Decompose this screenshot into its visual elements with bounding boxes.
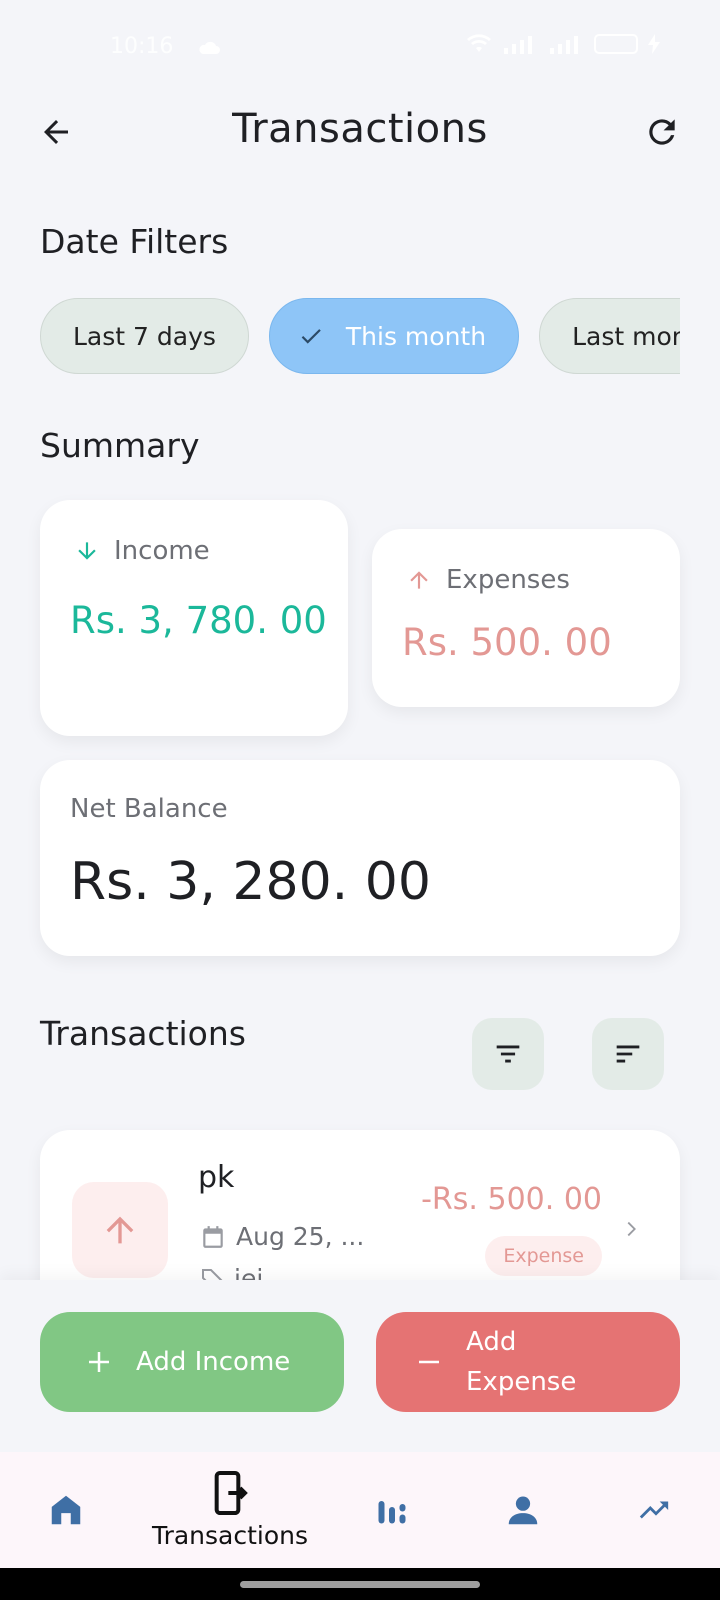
income-label-row: Income [74,536,210,566]
chip-label: This month [345,321,487,351]
chip-this-month[interactable]: This month [268,298,520,374]
page-title: Transactions [232,106,488,152]
income-amount: Rs. 3, 780. 00 [70,599,327,642]
expenses-amount: Rs. 500. 00 [402,621,612,664]
transaction-amount: -Rs. 500. 00 [421,1182,602,1217]
filter-icon [496,1045,520,1063]
arrow-up-icon [410,571,428,589]
transaction-type-icon [72,1182,168,1278]
home-indicator[interactable] [240,1581,480,1588]
sort-button[interactable] [592,1018,664,1090]
app-bar: Transactions [0,96,720,168]
nav-trends[interactable] [624,1452,684,1568]
transactions-icon [214,1470,248,1515]
check-icon [298,323,324,349]
chip-last-7-days[interactable]: Last 7 days [40,298,249,374]
home-icon [51,1495,81,1525]
date-filters-title: Date Filters [40,222,229,261]
charging-icon [648,34,660,54]
add-expense-label: Add Expense [466,1327,577,1397]
nav-transactions[interactable]: Transactions [138,1452,322,1568]
cloud-icon [198,36,220,61]
chip-label: Last month [572,321,680,351]
transaction-type-badge: Expense [485,1236,602,1276]
transaction-date: Aug 25, ... [236,1222,365,1251]
signal-icon [550,36,578,54]
add-income-label: Add Income [136,1347,291,1377]
chip-last-month[interactable]: Last month [539,298,680,374]
date-filter-chips: Last 7 days This month Last month [40,298,680,376]
refresh-button[interactable] [634,104,690,160]
arrow-down-icon [78,542,96,560]
filter-button[interactable] [472,1018,544,1090]
calendar-icon [203,1225,223,1248]
profile-icon [508,1496,538,1525]
refresh-icon [649,119,675,145]
status-bar: 10:16 [0,0,720,96]
add-income-button[interactable]: Add Income [40,1312,344,1412]
plus-icon [89,1352,109,1372]
bottom-actions: Add Income Add Expense [0,1280,720,1452]
nav-profile[interactable] [494,1452,552,1568]
net-balance-label: Net Balance [70,794,228,824]
transaction-name: pk [198,1160,235,1195]
wifi-icon [467,34,491,52]
minus-icon [419,1360,439,1364]
income-card: Income Rs. 3, 780. 00 [40,500,348,736]
battery-icon [594,34,638,54]
status-icons [466,34,660,54]
nav-stats[interactable] [364,1452,420,1568]
expenses-label-row: Expenses [406,565,570,595]
stats-icon [378,1501,406,1524]
signal-icon [504,36,532,54]
expenses-card: Expenses Rs. 500. 00 [372,529,680,707]
arrow-up-icon [106,1216,134,1244]
add-expense-button[interactable]: Add Expense [376,1312,680,1412]
summary-title: Summary [40,426,200,465]
net-balance-card: Net Balance Rs. 3, 280. 00 [40,760,680,956]
status-time: 10:16 [110,34,174,59]
bottom-nav: Transactions [0,1452,720,1568]
nav-home[interactable] [36,1452,96,1568]
expenses-label: Expenses [446,565,570,595]
nav-transactions-label: Transactions [151,1520,309,1550]
gesture-bar [0,1568,720,1600]
transactions-title: Transactions [40,1014,246,1053]
sort-icon [616,1045,640,1063]
chevron-right-icon [620,1218,642,1244]
net-balance-amount: Rs. 3, 280. 00 [70,852,431,912]
trending-up-icon [639,1501,669,1519]
chip-label: Last 7 days [73,321,216,351]
income-label: Income [114,536,210,566]
transaction-date-row: Aug 25, ... [200,1222,364,1251]
